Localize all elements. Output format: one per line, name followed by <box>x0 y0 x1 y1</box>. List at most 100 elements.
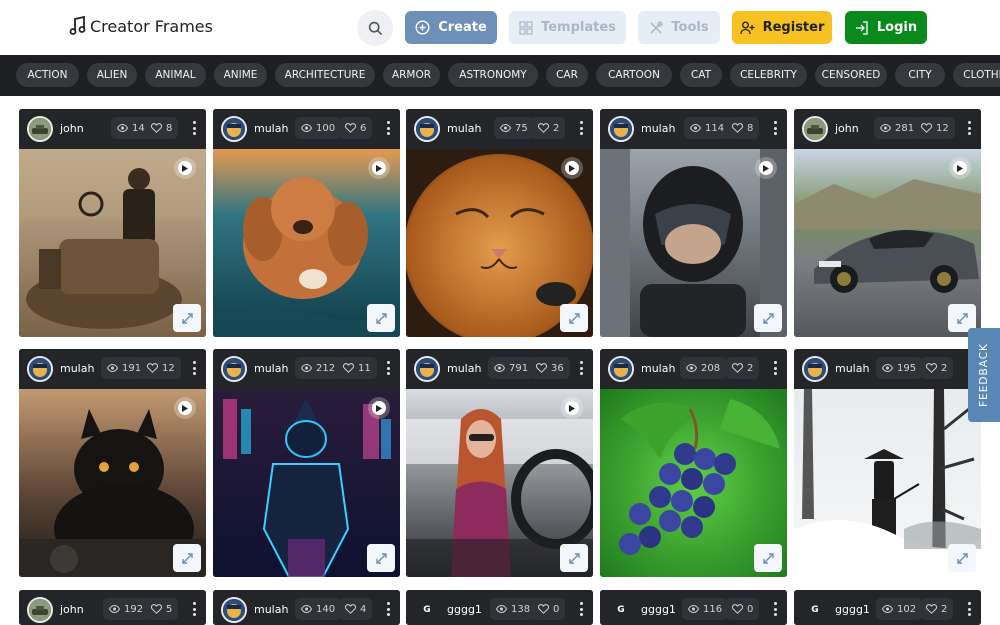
more-menu-icon[interactable] <box>386 361 390 375</box>
avatar[interactable] <box>27 116 53 142</box>
username[interactable]: mulah <box>641 122 675 135</box>
likes-count[interactable]: 2 <box>532 117 566 139</box>
card-image[interactable] <box>406 149 593 337</box>
card-image[interactable] <box>406 389 593 577</box>
more-menu-icon[interactable] <box>386 602 390 616</box>
media-card[interactable]: mulah 791 36 <box>406 349 593 577</box>
app-logo[interactable]: Creator Frames <box>69 16 213 36</box>
feedback-tab[interactable]: FEEDBACK <box>968 328 1000 422</box>
more-menu-icon[interactable] <box>579 602 583 616</box>
play-button[interactable] <box>561 157 583 179</box>
more-menu-icon[interactable] <box>579 361 583 375</box>
username[interactable]: mulah <box>447 122 481 135</box>
play-button[interactable] <box>368 397 390 419</box>
username[interactable]: gggg1 <box>835 603 870 616</box>
likes-count[interactable]: 5 <box>145 598 179 620</box>
more-menu-icon[interactable] <box>192 121 196 135</box>
play-button[interactable] <box>368 157 390 179</box>
likes-count[interactable]: 2 <box>920 598 954 620</box>
card-image[interactable] <box>600 389 787 577</box>
category-chip-censored[interactable]: CENSORED <box>815 63 887 87</box>
category-chip-anime[interactable]: ANIME <box>214 63 267 87</box>
category-chip-clothing[interactable]: CLOTHING <box>953 63 1000 87</box>
avatar[interactable] <box>221 356 247 382</box>
expand-button[interactable] <box>754 304 782 332</box>
media-card[interactable]: mulah 208 2 <box>600 349 787 577</box>
likes-count[interactable]: 2 <box>726 357 760 379</box>
create-button[interactable]: Create <box>405 11 497 44</box>
username[interactable]: john <box>835 122 859 135</box>
avatar[interactable] <box>27 597 53 623</box>
media-card[interactable]: mulah 114 8 <box>600 109 787 337</box>
username[interactable]: john <box>60 122 84 135</box>
username[interactable]: john <box>60 603 84 616</box>
category-chip-cartoon[interactable]: CARTOON <box>596 63 672 87</box>
likes-count[interactable]: 0 <box>532 598 566 620</box>
card-image[interactable] <box>213 149 400 337</box>
username[interactable]: mulah <box>254 603 288 616</box>
media-card[interactable]: mulah 75 2 <box>406 109 593 337</box>
more-menu-icon[interactable] <box>967 602 971 616</box>
avatar[interactable] <box>608 356 634 382</box>
category-chip-action[interactable]: ACTION <box>16 63 79 87</box>
username[interactable]: mulah <box>641 362 675 375</box>
card-image[interactable] <box>794 149 981 337</box>
login-button[interactable]: Login <box>845 11 927 44</box>
expand-button[interactable] <box>367 544 395 572</box>
templates-button[interactable]: Templates <box>509 11 626 44</box>
media-card[interactable]: mulah 191 12 <box>19 349 206 577</box>
play-button[interactable] <box>755 157 777 179</box>
likes-count[interactable]: 36 <box>530 357 570 379</box>
more-menu-icon[interactable] <box>773 121 777 135</box>
avatar[interactable]: G <box>414 597 440 623</box>
likes-count[interactable]: 4 <box>339 598 373 620</box>
avatar[interactable] <box>608 116 634 142</box>
username[interactable]: gggg1 <box>447 603 482 616</box>
likes-count[interactable]: 6 <box>339 117 373 139</box>
card-image[interactable] <box>600 149 787 337</box>
avatar[interactable] <box>27 356 53 382</box>
category-chip-cat[interactable]: CAT <box>680 63 722 87</box>
avatar[interactable]: G <box>802 597 828 623</box>
username[interactable]: mulah <box>254 122 288 135</box>
card-image[interactable] <box>19 389 206 577</box>
card-image[interactable] <box>794 389 981 577</box>
card-image[interactable] <box>213 389 400 577</box>
media-card[interactable]: mulah 195 2 <box>794 349 981 577</box>
more-menu-icon[interactable] <box>192 361 196 375</box>
likes-count[interactable]: 12 <box>915 117 955 139</box>
more-menu-icon[interactable] <box>773 602 777 616</box>
more-menu-icon[interactable] <box>579 121 583 135</box>
category-chip-armor[interactable]: ARMOR <box>383 63 440 87</box>
media-card[interactable]: john 192 5 <box>19 590 206 625</box>
card-image[interactable] <box>19 149 206 337</box>
media-card[interactable]: john 281 12 <box>794 109 981 337</box>
more-menu-icon[interactable] <box>967 121 971 135</box>
expand-button[interactable] <box>754 544 782 572</box>
category-chip-architecture[interactable]: ARCHITECTURE <box>275 63 375 87</box>
tools-button[interactable]: Tools <box>638 11 720 44</box>
media-card[interactable]: mulah 100 6 <box>213 109 400 337</box>
register-button[interactable]: Register <box>732 11 832 44</box>
expand-button[interactable] <box>173 304 201 332</box>
media-card[interactable]: mulah 212 11 <box>213 349 400 577</box>
username[interactable]: mulah <box>447 362 481 375</box>
username[interactable]: mulah <box>254 362 288 375</box>
media-card[interactable]: mulah 140 4 <box>213 590 400 625</box>
avatar[interactable] <box>414 116 440 142</box>
avatar[interactable] <box>221 116 247 142</box>
username[interactable]: mulah <box>835 362 869 375</box>
more-menu-icon[interactable] <box>192 602 196 616</box>
more-menu-icon[interactable] <box>773 361 777 375</box>
media-card[interactable]: G gggg1 102 2 <box>794 590 981 625</box>
category-chip-celebrity[interactable]: CELEBRITY <box>730 63 807 87</box>
play-button[interactable] <box>174 157 196 179</box>
category-chip-alien[interactable]: ALIEN <box>87 63 137 87</box>
avatar[interactable]: G <box>608 597 634 623</box>
category-chip-car[interactable]: CAR <box>546 63 588 87</box>
expand-button[interactable] <box>367 304 395 332</box>
likes-count[interactable]: 0 <box>726 598 760 620</box>
expand-button[interactable] <box>560 544 588 572</box>
likes-count[interactable]: 8 <box>726 117 760 139</box>
search-button[interactable] <box>357 10 393 46</box>
